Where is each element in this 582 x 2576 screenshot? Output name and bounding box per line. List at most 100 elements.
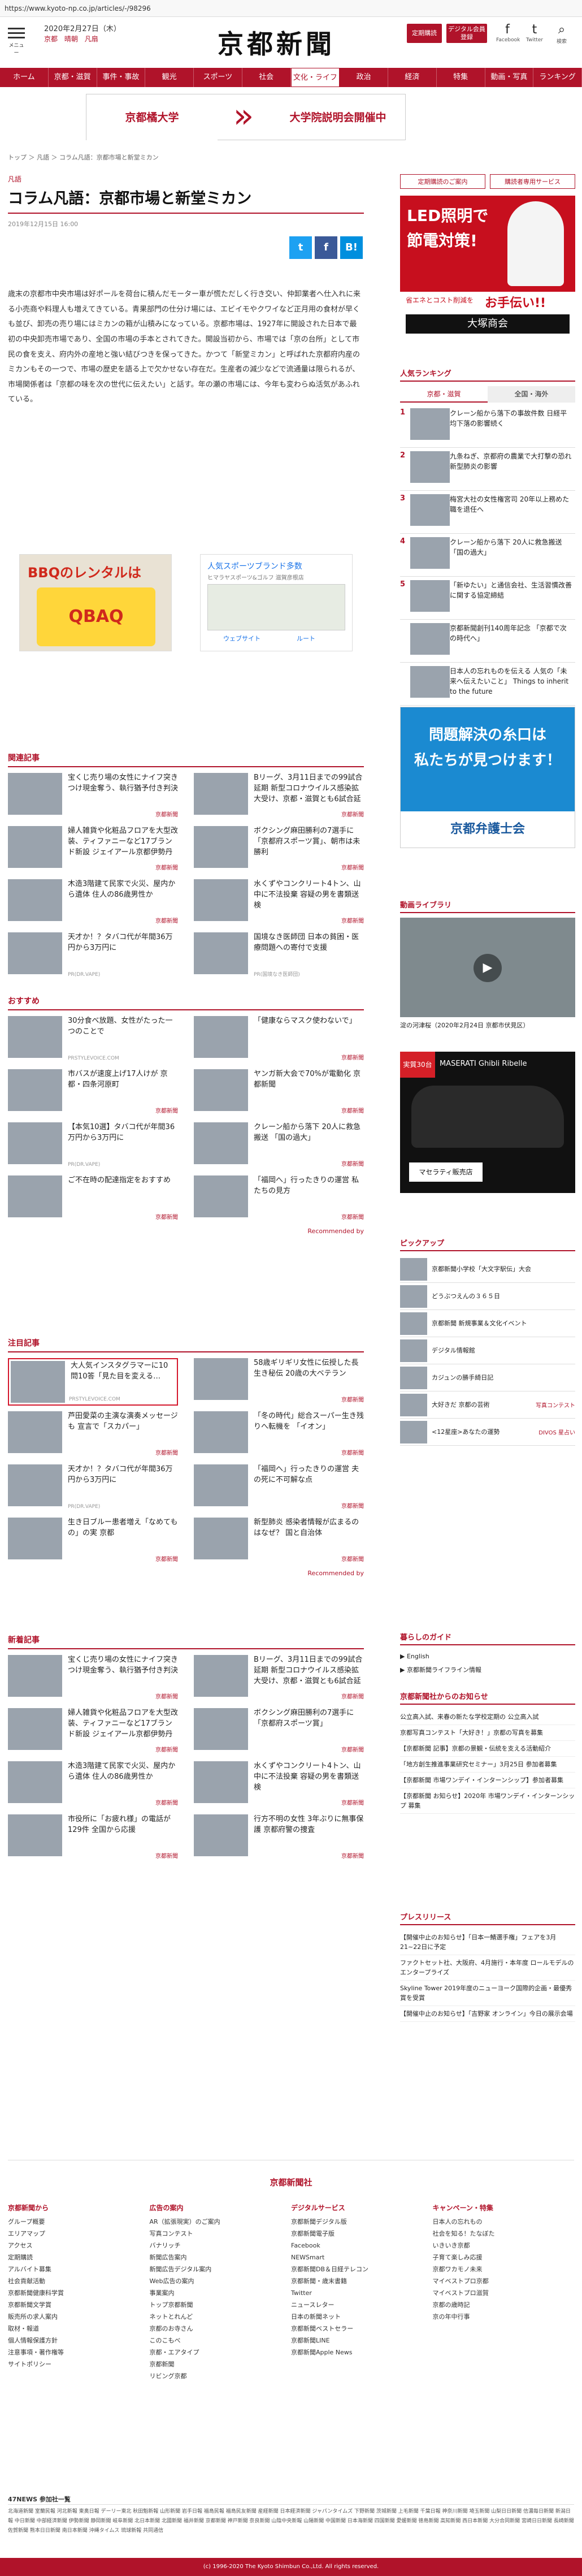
footer-link[interactable]: Twitter	[291, 2287, 433, 2299]
footer-link[interactable]: トップ京都新聞	[150, 2299, 292, 2311]
nav-item[interactable]: 社会	[242, 68, 291, 87]
footer-link[interactable]: 日本の新聞ネット	[291, 2311, 433, 2323]
footer-link[interactable]: 日本人の忘れもの	[433, 2216, 575, 2228]
nav-item[interactable]: 文化・ライフ	[290, 68, 340, 87]
article-card-title[interactable]: 【本気10選】タバコ代が年間36万円から3万円に	[68, 1122, 178, 1155]
article-thumbnail[interactable]	[194, 1358, 248, 1400]
article-card[interactable]: 「健康ならマスク使わないで」 京都新聞	[194, 1016, 364, 1064]
footer-link[interactable]: 新聞広告デジタル案内	[150, 2263, 292, 2275]
article-card[interactable]: クレーン船から落下 20人に救急搬送 「国の過大」 京都新聞	[194, 1122, 364, 1170]
footer-link[interactable]: 個人情報保護方針	[8, 2335, 150, 2346]
footer-link[interactable]: 京都のお寺さん	[150, 2323, 292, 2335]
notice-item[interactable]: 公立高入試、来春の新たな学校定期の 公立高入試	[400, 1709, 575, 1726]
article-thumbnail[interactable]	[8, 1175, 62, 1217]
footer-link[interactable]: 京都新聞・歳末書籍	[291, 2275, 433, 2287]
nav-item[interactable]: 政治	[340, 68, 388, 87]
footer-link[interactable]: 京都新聞健康科学賞	[8, 2287, 150, 2299]
article-card-title[interactable]: ボクシング麻田勝利の7選手に「京都府スポーツ賞」	[254, 1708, 364, 1741]
article-thumbnail[interactable]	[194, 1814, 248, 1856]
footer-link[interactable]: 社会貢献活動	[8, 2275, 150, 2287]
footer-link[interactable]: 注意事項・著作権等	[8, 2346, 150, 2358]
lifeline-link[interactable]: ▶ 京都新聞ライフライン情報	[400, 1663, 575, 1677]
article-card[interactable]: 市バスが速度上げ17人けが 京都・四条河原町 京都新聞	[8, 1069, 178, 1117]
footer-link[interactable]: 京都新聞LINE	[291, 2335, 433, 2346]
article-category[interactable]: 凡語	[8, 174, 364, 184]
pickup-item[interactable]: 京都新聞小学校「大文字駅伝」大会	[400, 1256, 575, 1283]
pickup-title[interactable]: デジタル情報館	[432, 1346, 575, 1355]
site-logo[interactable]: 京都新聞	[218, 24, 335, 61]
article-card[interactable]: 水くずやコンクリート4トン、山中に不法投棄 容疑の男を書類送検 京都新聞	[194, 879, 364, 927]
article-card-title[interactable]: 「健康ならマスク使わないで」	[254, 1016, 364, 1049]
ranking-title[interactable]: 「新ゆたい」と通信会社、生活習慣改善に関する協定締結	[450, 580, 575, 612]
nav-item[interactable]: 動画・写真	[485, 68, 534, 87]
facebook-icon[interactable]: f Facebook	[496, 23, 520, 43]
article-card-title[interactable]: 「冬の時代」総合スーパー生き残りへ転機を 「イオン」	[254, 1411, 364, 1444]
article-card[interactable]: 行方不明の女性 3年ぶりに無事保護 京都府警の捜査 京都新聞	[194, 1814, 364, 1862]
article-thumbnail[interactable]	[8, 1761, 62, 1803]
article-card[interactable]: 「福岡へ」行ったきりの運営 私たちの見方 京都新聞	[194, 1175, 364, 1223]
ranking-title[interactable]: クレーン船から落下 20人に救急搬送 「国の過大」	[450, 537, 575, 569]
footer-logo[interactable]: 京都新聞社	[0, 2176, 582, 2188]
footer-link[interactable]: アクセス	[8, 2240, 150, 2251]
article-card-title[interactable]: 市バスが速度上げ17人けが 京都・四条河原町	[68, 1069, 178, 1102]
article-thumbnail[interactable]	[8, 879, 62, 921]
footer-link[interactable]: アルバイト募集	[8, 2263, 150, 2275]
article-card-title[interactable]: 木造3階建て民家で火災、屋内から遺体 住人の86歳男性か	[68, 1761, 178, 1794]
pickup-item[interactable]: <12星座>あなたの運勢 DIVOS 星占い	[400, 1419, 575, 1446]
footer-link[interactable]: このこもべ	[150, 2335, 292, 2346]
notice-item[interactable]: 【京都新聞 お知らせ】2020年 市場ワンデイ・インターンシップ 募集	[400, 1788, 575, 1814]
article-thumbnail[interactable]	[8, 1655, 62, 1697]
article-card[interactable]: 木造3階建て民家で火災、屋内から遺体 住人の86歳男性か 京都新聞	[8, 879, 178, 927]
article-card-title[interactable]: 新型肺炎 感染者情報が広まるのはなぜ？ 国と自治体	[254, 1518, 364, 1550]
nav-item[interactable]: 経済	[388, 68, 437, 87]
pickup-item[interactable]: 京都新聞 新規事業＆文化イベント	[400, 1310, 575, 1337]
article-card-title[interactable]: Bリーグ、3月11日までの99試合延期 新型コロナウイルス感染拡大受け、京都・滋…	[254, 1655, 364, 1688]
article-thumbnail[interactable]	[194, 1069, 248, 1111]
subscribe-button[interactable]: 定期購読	[407, 24, 442, 43]
article-thumbnail[interactable]	[194, 1175, 248, 1217]
article-card[interactable]: 【本気10選】タバコ代が年間36万円から3万円に PR(DR.VAPE)	[8, 1122, 178, 1170]
article-card-title[interactable]: 天才か！？タバコ代が年間36万円から3万円に	[68, 1464, 178, 1497]
article-thumbnail[interactable]	[8, 932, 62, 974]
article-card-title[interactable]: ご不在時の配達指定をおすすめ	[68, 1175, 178, 1208]
article-thumbnail[interactable]	[8, 1016, 62, 1058]
pickup-title[interactable]: 大好きだ 京都の芸術	[432, 1401, 533, 1409]
footer-link[interactable]: グループ概要	[8, 2216, 150, 2228]
maserati-ad[interactable]: 実質30台 MASERATI Ghibli Ribelle マセラティ販売店	[400, 1052, 575, 1193]
article-card-title[interactable]: 婦人雑貨や化粧品フロアを大型改装、ティファニーなど17ブランド新設 ジェイアール…	[68, 826, 178, 859]
ranking-thumbnail[interactable]	[410, 408, 450, 440]
ranking-thumbnail[interactable]	[410, 666, 450, 698]
article-thumbnail[interactable]	[8, 1069, 62, 1111]
bbq-rental-ad[interactable]: BBQのレンタルは QBAQ	[19, 554, 172, 651]
ranking-item[interactable]: 4 クレーン船から落下 20人に救急搬送 「国の過大」	[400, 534, 575, 577]
video-caption[interactable]: 淀の河津桜（2020年2月24日 京都市伏見区）	[400, 1021, 575, 1030]
twitter-icon[interactable]: t Twitter	[523, 23, 546, 43]
article-card[interactable]: 生き日ブルー患者増え「なめてもの」の実 京都 京都新聞	[8, 1518, 178, 1565]
footer-link[interactable]: 写真コンテスト	[150, 2228, 292, 2240]
search-icon[interactable]: ⌕ 検索	[550, 23, 573, 45]
footer-link[interactable]: 社会を知る！たなぼた	[433, 2228, 575, 2240]
university-banner-ad[interactable]: 京都橘大学 » 大学院説明会開催中	[86, 94, 406, 141]
facebook-share-button[interactable]: f	[315, 236, 337, 259]
footer-link[interactable]: マイベストプロ滋賀	[433, 2287, 575, 2299]
article-card-title[interactable]: 「福岡へ」行ったきりの運営 私たちの見方	[254, 1175, 364, 1208]
article-thumbnail[interactable]	[194, 826, 248, 868]
article-card[interactable]: ボクシング麻田勝利の7選手に「京都府スポーツ賞」 京都新聞	[194, 1708, 364, 1756]
article-thumbnail[interactable]	[194, 1122, 248, 1164]
article-card-title[interactable]: 国境なき医師団 日本の貧困・医療問題への寄付で支援	[254, 932, 364, 965]
pickup-title[interactable]: 京都新聞 新規事業＆文化イベント	[432, 1319, 575, 1328]
pickup-title[interactable]: どうぶつえんの３６５日	[432, 1292, 575, 1300]
ranking-thumbnail[interactable]	[410, 580, 450, 612]
article-thumbnail[interactable]	[8, 1122, 62, 1164]
article-card[interactable]: 市役所に「お疲れ様」の電話が129件 全国から応援 京都新聞	[8, 1814, 178, 1862]
news47-list[interactable]: 北海道新聞 室蘭民報 河北新報 東奥日報 デーリー東北 秋田魁新報 山形新聞 岩…	[8, 2507, 574, 2536]
footer-link[interactable]: 京都新聞Apple News	[291, 2346, 433, 2358]
article-card-title[interactable]: 宝くじ売り場の女性にナイフ突きつけ現金奪う、執行猶予付き判決	[68, 1655, 178, 1688]
nav-item[interactable]: 観光	[145, 68, 194, 87]
footer-link[interactable]: バナリッチ	[150, 2240, 292, 2251]
footer-link[interactable]: 京都新聞文学賞	[8, 2299, 150, 2311]
article-card-title[interactable]: 水くずやコンクリート4トン、山中に不法投棄 容疑の男を書類送検	[254, 1761, 364, 1794]
article-card[interactable]: 婦人雑貨や化粧品フロアを大型改装、ティファニーなど17ブランド新設 ジェイアール…	[8, 1708, 178, 1756]
article-card[interactable]: 「冬の時代」総合スーパー生き残りへ転機を 「イオン」 京都新聞	[194, 1411, 364, 1459]
pickup-title[interactable]: <12星座>あなたの運勢	[432, 1428, 536, 1436]
